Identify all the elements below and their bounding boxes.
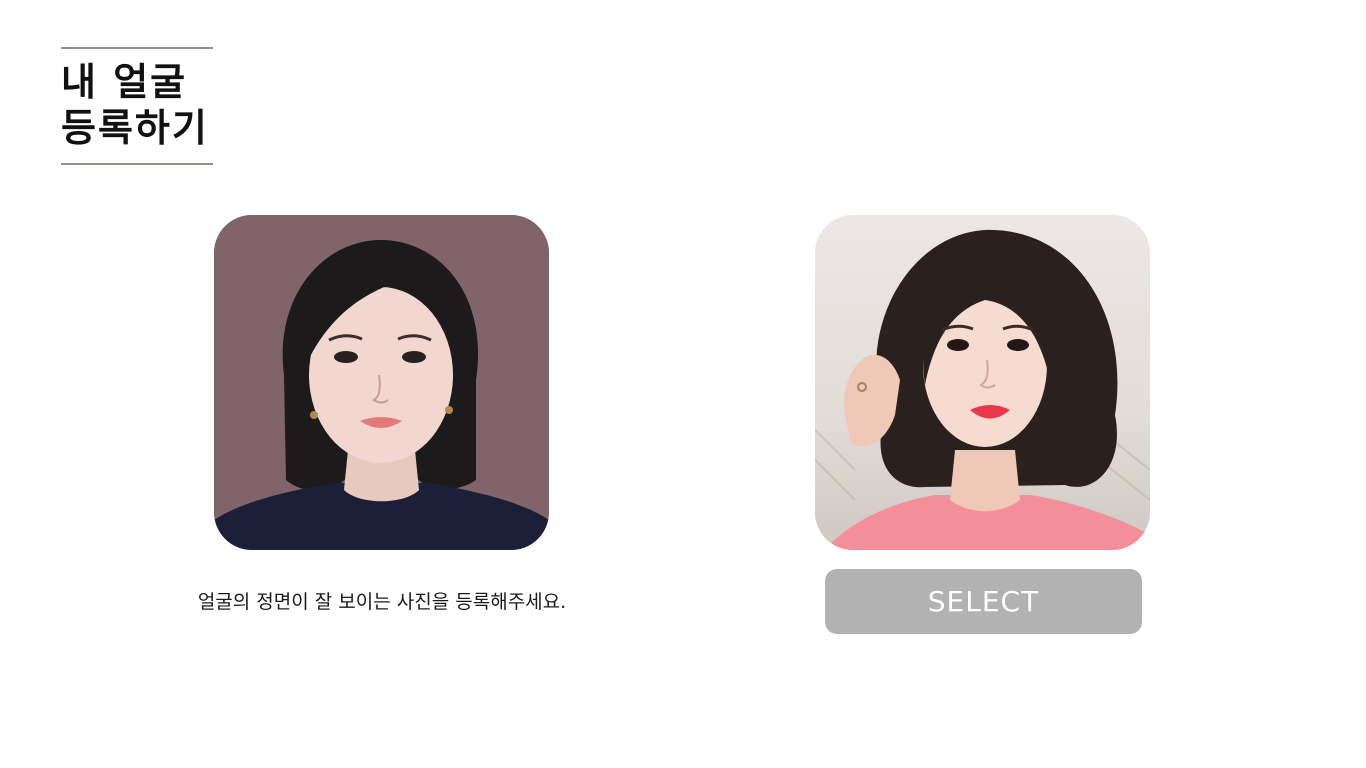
select-photo-button[interactable]: SELECT xyxy=(825,569,1142,634)
register-face-page: 내 얼굴 등록하기 얼굴의 정면이 잘 보이는 사진을 등록해주세요. SELE… xyxy=(0,0,1366,768)
page-title-line-1: 내 얼굴 xyxy=(61,60,188,104)
selected-face-photo xyxy=(815,215,1150,550)
title-top-rule xyxy=(61,47,213,49)
page-title: 내 얼굴 등록하기 xyxy=(61,59,209,151)
photo-guide-caption: 얼굴의 정면이 잘 보이는 사진을 등록해주세요. xyxy=(197,591,567,613)
selected-portrait-illustration xyxy=(815,215,1150,550)
page-title-block: 내 얼굴 등록하기 xyxy=(61,47,213,166)
title-bottom-rule xyxy=(61,163,213,165)
example-portrait-illustration xyxy=(214,215,549,550)
page-title-line-2: 등록하기 xyxy=(61,106,209,150)
example-face-photo xyxy=(214,215,549,550)
